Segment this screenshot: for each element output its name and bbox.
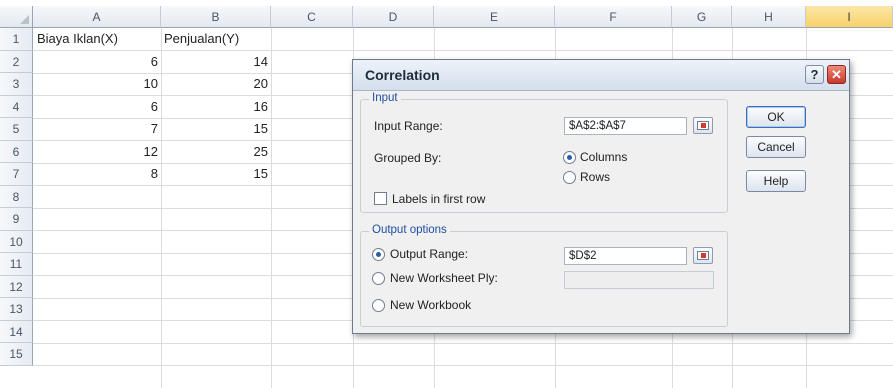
new-worksheet-ply-field[interactable]: [564, 271, 714, 289]
row-header-7[interactable]: 7: [0, 163, 33, 186]
new-workbook-radio[interactable]: [372, 299, 385, 312]
select-all-corner[interactable]: [0, 6, 33, 28]
rows-label[interactable]: Rows: [580, 170, 610, 184]
columns-label[interactable]: Columns: [580, 150, 627, 164]
ok-button[interactable]: OK: [746, 106, 806, 128]
grid-line: [33, 342, 893, 344]
column-header-i[interactable]: I: [806, 6, 893, 28]
output-options-group: Output options Output Range: $D$2 New Wo…: [360, 224, 728, 327]
column-header-c[interactable]: C: [271, 6, 353, 28]
row-header-9[interactable]: 9: [0, 208, 33, 231]
input-group: Input Input Range: $A$2:$A$7 Grouped By:…: [360, 92, 728, 213]
dialog-title: Correlation: [365, 67, 440, 83]
cell-b6[interactable]: 25: [161, 141, 268, 163]
cell-b3[interactable]: 20: [161, 73, 268, 95]
row-header-14[interactable]: 14: [0, 320, 33, 343]
grid-line: [33, 365, 893, 366]
column-header-a[interactable]: A: [33, 6, 161, 28]
row-header-5[interactable]: 5: [0, 118, 33, 141]
column-header-d[interactable]: D: [353, 6, 434, 28]
row-header-15[interactable]: 15: [0, 343, 33, 366]
cell-b1[interactable]: Penjualan(Y): [164, 28, 239, 50]
row-header-2[interactable]: 2: [0, 50, 33, 73]
input-range-label: Input Range:: [374, 119, 443, 133]
column-header-h[interactable]: H: [732, 6, 806, 28]
row-header-10[interactable]: 10: [0, 230, 33, 253]
output-range-label[interactable]: Output Range:: [390, 247, 468, 261]
cell-a6[interactable]: 12: [33, 141, 158, 163]
row-header-1[interactable]: 1: [0, 28, 33, 51]
column-header-f[interactable]: F: [555, 6, 672, 28]
output-options-label: Output options: [369, 224, 450, 236]
cell-a3[interactable]: 10: [33, 73, 158, 95]
column-header-g[interactable]: G: [672, 6, 732, 28]
row-header-6[interactable]: 6: [0, 140, 33, 163]
cell-a7[interactable]: 8: [33, 163, 158, 185]
new-worksheet-ply-label[interactable]: New Worksheet Ply:: [390, 271, 498, 285]
column-header-b[interactable]: B: [161, 6, 271, 28]
labels-first-row-label[interactable]: Labels in first row: [392, 192, 485, 206]
row-header-11[interactable]: 11: [0, 253, 33, 276]
cell-a5[interactable]: 7: [33, 118, 158, 140]
cell-b2[interactable]: 14: [161, 51, 268, 73]
help-button[interactable]: Help: [746, 170, 806, 192]
cell-b4[interactable]: 16: [161, 96, 268, 118]
cell-b7[interactable]: 15: [161, 163, 268, 185]
close-icon[interactable]: ✕: [827, 65, 846, 84]
dialog-titlebar[interactable]: Correlation ? ✕: [353, 60, 849, 91]
cell-a4[interactable]: 6: [33, 96, 158, 118]
input-group-label: Input: [369, 92, 401, 104]
range-selector-icon[interactable]: [693, 247, 713, 264]
grouped-by-label: Grouped By:: [374, 151, 442, 165]
columns-radio[interactable]: [563, 151, 576, 164]
cell-a1[interactable]: Biaya Iklan(X): [37, 28, 118, 50]
labels-first-row-checkbox[interactable]: [374, 192, 387, 205]
cell-b5[interactable]: 15: [161, 118, 268, 140]
column-header-e[interactable]: E: [434, 6, 555, 28]
output-range-radio[interactable]: [372, 248, 385, 261]
new-workbook-label[interactable]: New Workbook: [390, 298, 471, 312]
range-selector-icon[interactable]: [693, 117, 713, 134]
row-header-12[interactable]: 12: [0, 275, 33, 298]
correlation-dialog: Correlation ? ✕ Input Input Range: $A$2:…: [352, 59, 850, 334]
cell-a2[interactable]: 6: [33, 51, 158, 73]
row-header-4[interactable]: 4: [0, 95, 33, 118]
row-header-8[interactable]: 8: [0, 185, 33, 208]
input-range-field[interactable]: $A$2:$A$7: [564, 117, 687, 135]
output-range-field[interactable]: $D$2: [564, 247, 687, 265]
cancel-button[interactable]: Cancel: [746, 136, 806, 158]
row-header-3[interactable]: 3: [0, 73, 33, 96]
new-worksheet-ply-radio[interactable]: [372, 272, 385, 285]
row-header-13[interactable]: 13: [0, 298, 33, 321]
help-icon[interactable]: ?: [805, 65, 824, 84]
rows-radio[interactable]: [563, 171, 576, 184]
